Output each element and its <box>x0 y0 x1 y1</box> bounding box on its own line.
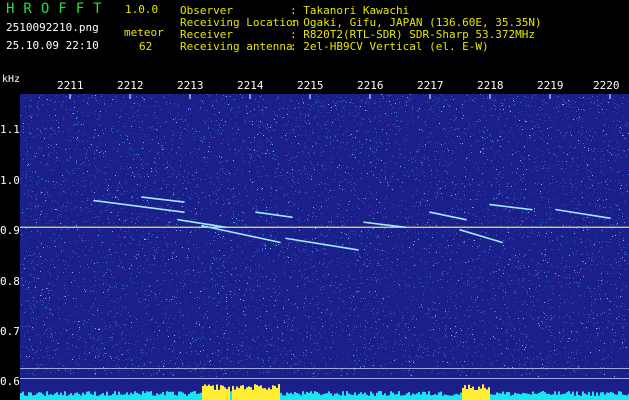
x-tick-label: 2218 <box>477 79 504 92</box>
header: HROFFT 1.0.0 2510092210.png 25.10.09 22:… <box>0 0 629 72</box>
x-tick-label: 2219 <box>537 79 564 92</box>
x-tick-label: 2213 <box>177 79 204 92</box>
y-tick-label: 0.8 <box>0 275 20 288</box>
y-tick-label: 1.0 <box>0 174 20 187</box>
y-tick-label: 0.6 <box>0 375 20 388</box>
x-tick-label: 2220 <box>593 79 620 92</box>
info-label-antenna: Receiving antenna <box>180 40 293 53</box>
info-value-antenna: : 2el-HB9CV Vertical (el. E-W) <box>290 40 489 53</box>
app-version: 1.0.0 <box>125 3 159 16</box>
y-axis-unit: kHz <box>2 74 21 85</box>
x-tick-label: 2215 <box>297 79 324 92</box>
meteor-label: meteor <box>124 26 164 39</box>
y-tick-label: 0.7 <box>0 325 20 338</box>
x-tick-label: 2216 <box>357 79 384 92</box>
x-tick-label: 2212 <box>117 79 144 92</box>
file-name: 2510092210.png <box>6 21 99 34</box>
app-title: HROFFT <box>6 1 111 17</box>
spectrogram <box>20 94 629 400</box>
meteor-count: 62 <box>139 40 153 53</box>
y-tick-label: 1.1 <box>0 123 20 136</box>
x-tick-label: 2214 <box>237 79 264 92</box>
spectrogram-background <box>20 94 629 400</box>
file-datetime: 25.10.09 22:10 <box>6 39 99 52</box>
x-tick-label: 2211 <box>57 79 84 92</box>
x-tick-label: 2217 <box>417 79 444 92</box>
y-tick-label: 0.9 <box>0 224 20 237</box>
